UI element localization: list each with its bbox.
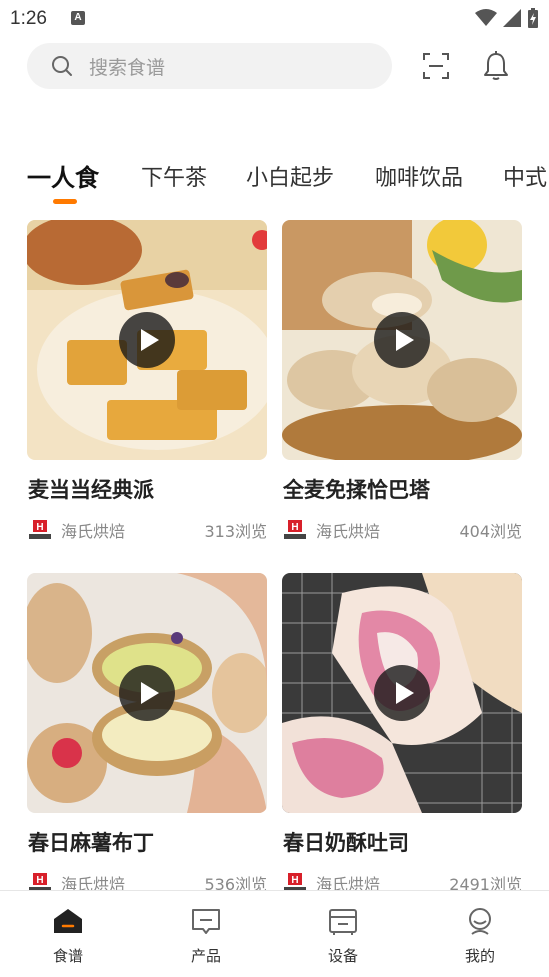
status-bar: 1:26 A: [0, 0, 549, 36]
nav-profile[interactable]: 我的: [440, 891, 520, 977]
play-icon: [141, 329, 159, 351]
search-placeholder: 搜索食谱: [89, 56, 166, 79]
recipe-meta: H 海氏烘焙 404浏览: [282, 518, 522, 541]
signal-icon: [503, 9, 521, 27]
tab-coffee-drinks[interactable]: 咖啡饮品: [375, 160, 463, 192]
nav-devices[interactable]: 设备: [303, 891, 383, 977]
tab-one-person[interactable]: 一人食: [27, 160, 99, 193]
recipe-card[interactable]: 春日奶酥吐司 H 海氏烘焙 2491浏览: [282, 573, 522, 894]
svg-text:H: H: [291, 522, 298, 533]
play-button[interactable]: [374, 665, 430, 721]
recipe-thumbnail[interactable]: [282, 220, 522, 460]
play-button[interactable]: [119, 312, 175, 368]
nav-label: 食谱: [52, 947, 83, 965]
brand-logo-icon: H: [284, 520, 306, 539]
device-icon: [329, 909, 357, 935]
view-count: 313浏览: [204, 522, 267, 541]
brand-name: 海氏烘焙: [61, 522, 126, 541]
svg-text:H: H: [36, 522, 43, 533]
status-icons: [475, 8, 539, 28]
svg-text:H: H: [36, 875, 43, 886]
status-time: 1:26: [10, 8, 47, 29]
recipe-thumbnail[interactable]: [27, 220, 267, 460]
play-icon: [396, 329, 414, 351]
play-icon: [141, 682, 159, 704]
svg-text:H: H: [291, 875, 298, 886]
notification-icon: A: [71, 11, 85, 25]
nav-recipes[interactable]: 食谱: [28, 891, 108, 977]
play-icon: [396, 682, 414, 704]
brand-name: 海氏烘焙: [316, 522, 381, 541]
nav-label: 我的: [464, 947, 495, 965]
home-icon: [54, 909, 82, 933]
category-tabs: 一人食 下午茶 小白起步 咖啡饮品 中式: [27, 160, 549, 210]
tab-beginner[interactable]: 小白起步: [246, 160, 334, 192]
recipe-thumbnail[interactable]: [282, 573, 522, 813]
tab-chinese[interactable]: 中式: [503, 160, 547, 192]
play-button[interactable]: [119, 665, 175, 721]
nav-label: 设备: [327, 947, 358, 965]
bottom-navigation: 食谱 产品 设备 我的: [0, 890, 549, 977]
recipe-card[interactable]: 麦当当经典派 H 海氏烘焙 313浏览: [27, 220, 267, 541]
brand-logo-icon: H: [29, 520, 51, 539]
view-count: 404浏览: [459, 522, 522, 541]
profile-icon: [469, 908, 491, 935]
search-icon: [52, 56, 72, 76]
recipe-card[interactable]: 全麦免揉恰巴塔 H 海氏烘焙 404浏览: [282, 220, 522, 541]
play-button[interactable]: [374, 312, 430, 368]
nav-products[interactable]: 产品: [166, 891, 246, 977]
product-icon: [192, 909, 220, 934]
wifi-icon: [475, 9, 497, 26]
recipe-card[interactable]: 春日麻薯布丁 H 海氏烘焙 536浏览: [27, 573, 267, 894]
recipe-title: 春日奶酥吐司: [283, 831, 409, 855]
active-tab-indicator: [53, 199, 77, 204]
bell-icon[interactable]: [482, 51, 510, 81]
recipe-title: 麦当当经典派: [28, 478, 154, 502]
nav-label: 产品: [190, 947, 221, 965]
recipe-title: 全麦免揉恰巴塔: [283, 478, 430, 502]
scan-icon[interactable]: [422, 52, 450, 80]
search-input[interactable]: 搜索食谱: [27, 43, 392, 89]
battery-icon: [528, 8, 538, 28]
recipe-thumbnail[interactable]: [27, 573, 267, 813]
recipe-meta: H 海氏烘焙 313浏览: [27, 518, 267, 541]
tab-afternoon-tea[interactable]: 下午茶: [141, 160, 207, 192]
recipe-title: 春日麻薯布丁: [28, 831, 154, 855]
